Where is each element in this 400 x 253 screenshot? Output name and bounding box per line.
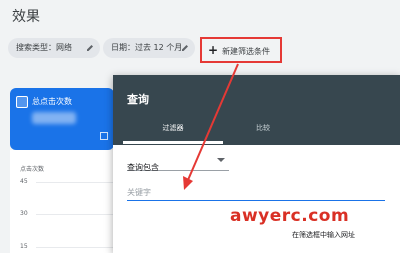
query-type-value: 查询包含: [127, 163, 159, 172]
edit-icon[interactable]: [181, 44, 189, 52]
dialog-title: 查询: [127, 93, 149, 106]
tick-label: 30: [20, 210, 28, 217]
add-filter-label: 新建筛选条件: [222, 47, 271, 56]
total-clicks-card[interactable]: 总点击次数: [10, 88, 114, 150]
help-icon[interactable]: [100, 132, 108, 140]
tick-label: 45: [20, 178, 28, 185]
keyword-input[interactable]: [127, 185, 385, 201]
search-type-label: 搜索类型：网络: [16, 43, 72, 52]
watermark-subtext: 在筛选框中输入网址: [292, 231, 355, 239]
page-title: 效果: [12, 9, 40, 25]
checkbox-icon[interactable]: [16, 96, 28, 108]
metric-label: 总点击次数: [32, 97, 72, 106]
tick-label: 15: [20, 243, 28, 250]
tab-compare[interactable]: 比较: [228, 123, 298, 133]
chart-area: 点击次数 45 30 15: [10, 150, 114, 253]
date-chip[interactable]: 日期：过去 12 个月: [103, 38, 195, 58]
tab-filter[interactable]: 过滤器: [138, 123, 208, 133]
grid-line: [36, 214, 114, 215]
add-filter-button[interactable]: + 新建筛选条件: [200, 37, 282, 63]
grid-line: [36, 247, 114, 248]
watermark-logo: awyerc.com: [230, 206, 350, 226]
query-type-select[interactable]: 查询包含: [127, 155, 229, 172]
active-tab-indicator: [123, 141, 223, 144]
search-type-chip[interactable]: 搜索类型：网络: [8, 38, 100, 58]
grid-line: [36, 182, 114, 183]
plus-icon: +: [208, 43, 219, 57]
dropdown-arrow-icon: [217, 158, 225, 162]
axis-title: 点击次数: [20, 166, 45, 173]
blurred-value: [32, 112, 76, 124]
edit-icon[interactable]: [86, 44, 94, 52]
date-label: 日期：过去 12 个月: [111, 43, 183, 52]
dialog-header: 查询 过滤器 比较: [113, 75, 400, 145]
query-dialog: 查询 过滤器 比较 查询包含: [113, 75, 400, 253]
